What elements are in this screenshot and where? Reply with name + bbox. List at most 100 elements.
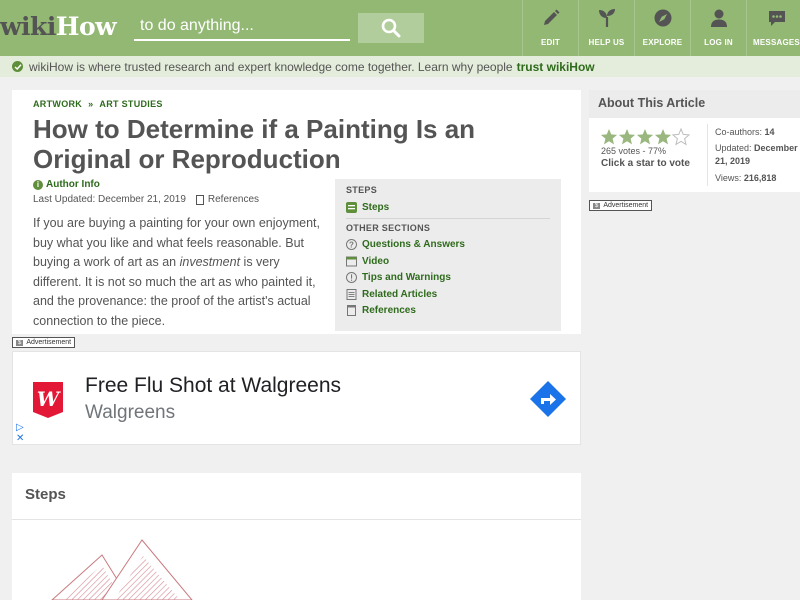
star-icon[interactable] [654, 129, 672, 145]
step-image-paintings [51, 539, 193, 600]
articles-icon [346, 288, 357, 300]
checkmark-icon [12, 61, 23, 72]
intro-emphasis: investment [179, 255, 241, 269]
trust-text: wikiHow is where trusted research and ex… [29, 59, 513, 74]
video-icon [346, 256, 357, 267]
references-link[interactable]: References [208, 194, 259, 205]
views-label: Views: [715, 173, 742, 183]
advertisement-label-text: Advertisement [26, 339, 72, 346]
info-icon: i [33, 179, 43, 190]
wikihow-logo[interactable]: wikiHow [0, 12, 117, 42]
search-button[interactable] [358, 13, 424, 43]
steps-divider [12, 519, 581, 520]
toc-item-related-label: Related Articles [362, 288, 438, 300]
toc-divider [346, 217, 550, 219]
svg-text:?: ? [349, 241, 354, 250]
toc-item-questions[interactable]: ? Questions & Answers [346, 237, 561, 254]
directions-icon[interactable] [530, 381, 566, 417]
nav-help-us-label: HELP US [588, 38, 625, 47]
views-value: 216,818 [743, 173, 777, 183]
toc-item-tips-label: Tips and Warnings [362, 272, 451, 284]
steps-icon [346, 201, 357, 213]
updated-date: Updated: December 21, 2019 [715, 142, 800, 168]
nav-messages[interactable]: MESSAGES [746, 0, 800, 56]
about-divider [707, 124, 708, 186]
star-icon[interactable] [671, 128, 690, 146]
coauthors-label: Co-authors: [715, 127, 763, 137]
header: wikiHow EDIT HELP US EXPLORE LOG IN MESS… [0, 0, 800, 56]
breadcrumb-artwork[interactable]: ARTWORK [33, 99, 82, 109]
nav-edit[interactable]: EDIT [522, 0, 578, 56]
about-article-box: About This Article 265 votes - 77% Click… [589, 90, 800, 192]
header-nav: EDIT HELP US EXPLORE LOG IN MESSAGES [522, 0, 800, 56]
ad-title[interactable]: Free Flu Shot at Walgreens [85, 374, 341, 398]
toc-item-steps-label: Steps [362, 201, 390, 213]
nav-edit-label: EDIT [540, 38, 561, 47]
pencil-icon [543, 9, 559, 25]
steps-section: Steps [12, 473, 581, 600]
walgreens-logo: W [33, 382, 63, 418]
sidebar-advertisement-text: Advertisement [603, 202, 649, 209]
toc-item-tips[interactable]: Tips and Warnings [346, 270, 561, 287]
toc-item-steps[interactable]: Steps [346, 199, 561, 216]
breadcrumb-art-studies[interactable]: ART STUDIES [99, 99, 162, 109]
article-intro-card: ARTWORK » ART STUDIES How to Determine if … [12, 90, 581, 334]
trust-banner: wikiHow is where trusted research and ex… [0, 56, 800, 77]
adchoices-icon[interactable]: ▷ ✕ [16, 422, 24, 444]
coauthors-value: 14 [764, 127, 775, 137]
reference-icon [195, 194, 204, 205]
nav-messages-label: MESSAGES [753, 38, 800, 47]
star-icon[interactable] [636, 129, 654, 145]
last-updated-text: Last Updated: December 21, 2019 [33, 194, 186, 205]
about-article-heading: About This Article [589, 90, 800, 118]
toc-steps-heading: STEPS [346, 185, 378, 195]
trust-wikihow-link[interactable]: trust wikiHow [517, 60, 595, 74]
toc-item-video-label: Video [362, 255, 390, 267]
warning-icon [346, 272, 357, 284]
breadcrumb-separator: » [88, 99, 94, 109]
chat-icon [768, 11, 785, 26]
updated-label: Updated: [715, 143, 752, 153]
rating-stars [600, 128, 690, 146]
toc-item-video[interactable]: Video [346, 253, 561, 270]
author-info-link[interactable]: i Author Info [33, 179, 100, 190]
steps-section-title: Steps [25, 486, 66, 503]
star-rating-icons[interactable] [600, 128, 690, 146]
toc-item-references-label: References [362, 305, 416, 317]
intro-paragraph: If you are buying a painting for your ow… [33, 214, 323, 331]
advertisement-label: $ Advertisement [12, 337, 76, 348]
last-updated: Last Updated: December 21, 2019 Referenc… [33, 194, 259, 205]
star-icon[interactable] [600, 129, 618, 145]
walgreens-ad[interactable]: W Free Flu Shot at Walgreens Walgreens ▷… [12, 351, 581, 445]
toc-item-references[interactable]: References [346, 303, 561, 320]
toc-other-heading: OTHER SECTIONS [346, 222, 431, 233]
nav-log-in[interactable]: LOG IN [690, 0, 746, 56]
sprout-icon [598, 9, 615, 27]
nav-log-in-label: LOG IN [704, 38, 733, 47]
user-icon [710, 9, 727, 27]
logo-how: How [55, 12, 117, 41]
reference-icon [346, 305, 357, 317]
nav-help-us[interactable]: HELP US [578, 0, 634, 56]
breadcrumb: ARTWORK » ART STUDIES [33, 99, 163, 109]
author-info-label: Author Info [46, 179, 100, 190]
click-star-prompt: Click a star to vote [601, 158, 690, 169]
logo-wiki: wiki [0, 12, 56, 41]
page-title: How to Determine if a Painting Is an Ori… [33, 114, 476, 174]
star-icon[interactable] [618, 129, 636, 145]
question-icon: ? [346, 239, 357, 251]
dollar-icon: $ [593, 202, 601, 209]
dollar-icon: $ [16, 339, 24, 346]
nav-explore-label: EXPLORE [642, 38, 683, 47]
ad-advertiser[interactable]: Walgreens [85, 402, 175, 424]
coauthors: Co-authors: 14 [715, 126, 775, 139]
search-input[interactable] [134, 13, 350, 41]
toc-item-related[interactable]: Related Articles [346, 286, 561, 303]
toc-item-questions-label: Questions & Answers [362, 239, 465, 251]
compass-icon [654, 9, 671, 27]
svg-text:W: W [37, 387, 62, 411]
table-of-contents: STEPS Steps OTHER SECTIONS ? Questions &… [335, 179, 561, 331]
vote-count: 265 votes - 77% [601, 146, 667, 156]
nav-explore[interactable]: EXPLORE [634, 0, 690, 56]
view-count: Views: 216,818 [715, 172, 776, 185]
